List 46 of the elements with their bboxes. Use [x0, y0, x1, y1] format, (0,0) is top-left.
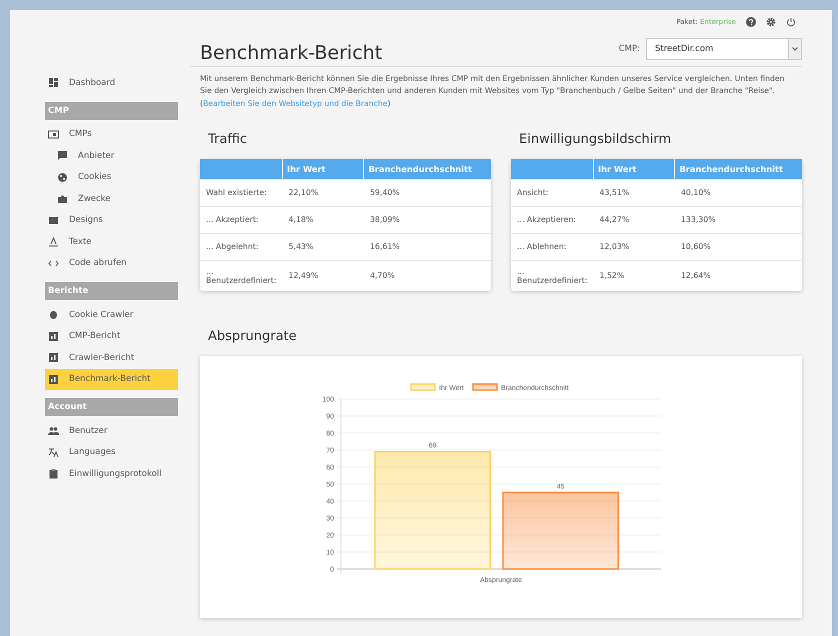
sidebar-item[interactable]: Texte [45, 231, 178, 252]
sidebar-item[interactable]: Crawler-Bericht [45, 347, 178, 368]
report-icon [48, 352, 59, 364]
text-icon [48, 236, 59, 248]
sidebar-section-header: CMP [45, 102, 178, 120]
column-header: Branchendurchschnitt [364, 158, 491, 180]
section-title: Einwilligungsbildschirm [519, 132, 672, 147]
sidebar-item[interactable]: Cookies [45, 166, 178, 188]
sidebar-item[interactable]: Languages [45, 442, 178, 463]
window-icon [48, 128, 59, 140]
caret-icon [792, 47, 798, 51]
cookie-icon [57, 172, 68, 183]
settings-icon[interactable] [766, 17, 776, 27]
cmp-label: CMP: [618, 44, 640, 54]
sidebar-item[interactable]: CMP-Bericht [45, 326, 178, 347]
sidebar-item[interactable]: Code abrufen [45, 252, 178, 274]
help-icon[interactable] [746, 17, 756, 27]
cmp-select[interactable]: StreetDir.com [646, 38, 802, 60]
translate-icon [48, 446, 59, 458]
sidebar-item[interactable]: CMPs [45, 124, 178, 145]
report-icon [48, 330, 59, 342]
puzzle-icon [57, 193, 68, 204]
clipboard-icon [48, 468, 59, 480]
chat-icon [57, 150, 68, 162]
sidebar-item[interactable]: Benchmark-Bericht [45, 368, 178, 390]
bug-icon [48, 309, 59, 320]
report-icon [48, 374, 59, 385]
sidebar-section-header: Berichte [45, 282, 178, 300]
sidebar-item[interactable]: Designs [45, 210, 178, 231]
column-header: Branchendurchschnitt [674, 158, 802, 180]
sidebar-item[interactable]: Anbieter [45, 145, 178, 166]
sidebar-item[interactable]: Benutzer [45, 420, 178, 442]
image-icon [48, 214, 59, 226]
sidebar-section-header: Account [45, 398, 178, 416]
dashboard-icon [48, 77, 59, 88]
section-title: Absprungrate [208, 328, 298, 344]
page-title: Benchmark-Bericht [200, 42, 382, 64]
sidebar-item[interactable]: Einwilligungsprotokoll [45, 463, 178, 484]
column-header: Ihr Wert [594, 158, 675, 180]
sidebar-item[interactable]: Cookie Crawler [45, 304, 178, 326]
sidebar-item[interactable]: Zwecke [45, 188, 178, 210]
sidebar-item[interactable]: Dashboard [45, 72, 178, 94]
users-icon [48, 425, 59, 436]
section-title: Traffic [208, 132, 248, 147]
power-icon[interactable] [786, 17, 796, 27]
column-header: Ihr Wert [282, 158, 364, 180]
